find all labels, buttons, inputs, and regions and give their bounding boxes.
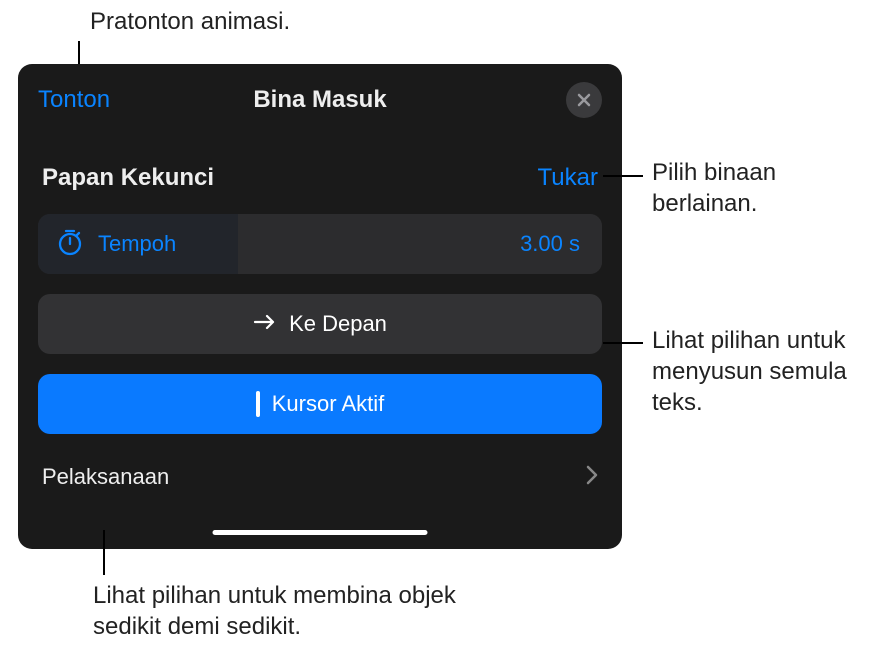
close-icon: [576, 92, 592, 108]
panel-header: Tonton Bina Masuk: [38, 82, 602, 118]
build-in-panel: Tonton Bina Masuk Papan Kekunci Tukar Te…: [18, 64, 622, 549]
callout-reorder: Lihat pilihan untuk menyusun semula teks…: [652, 325, 881, 419]
callout-line: [603, 342, 643, 344]
callout-choose-different: Pilih binaan berlainan.: [652, 157, 872, 219]
chevron-right-icon: [586, 465, 598, 490]
direction-button-label: Ke Depan: [289, 311, 387, 337]
cursor-button-label: Kursor Aktif: [272, 391, 384, 417]
delivery-label: Pelaksanaan: [42, 464, 169, 490]
change-link[interactable]: Tukar: [538, 164, 598, 192]
duration-row[interactable]: Tempoh 3.00 s: [38, 214, 602, 274]
watch-link[interactable]: Tonton: [38, 86, 110, 114]
cursor-button[interactable]: Kursor Aktif: [38, 374, 602, 434]
callout-line: [103, 530, 105, 575]
close-button[interactable]: [566, 82, 602, 118]
duration-left: Tempoh: [38, 214, 238, 274]
duration-value: 3.00 s: [520, 231, 580, 257]
callout-build-gradually: Lihat pilihan untuk membina objek sediki…: [93, 580, 513, 642]
cursor-icon: [256, 391, 260, 417]
home-indicator: [213, 530, 428, 535]
section-row: Papan Kekunci Tukar: [38, 164, 602, 192]
panel-title: Bina Masuk: [253, 86, 386, 114]
callout-line: [603, 175, 643, 177]
direction-button[interactable]: Ke Depan: [38, 294, 602, 354]
callout-preview: Pratonton animasi.: [90, 6, 290, 37]
arrow-right-icon: [253, 311, 277, 337]
callout-preview-text: Pratonton animasi.: [90, 8, 290, 35]
duration-right: 3.00 s: [238, 214, 602, 274]
callout-choose-different-text: Pilih binaan berlainan.: [652, 159, 776, 217]
section-label: Papan Kekunci: [42, 164, 214, 192]
callout-reorder-text: Lihat pilihan untuk menyusun semula teks…: [652, 327, 847, 416]
duration-label: Tempoh: [98, 231, 176, 257]
timer-icon: [56, 228, 84, 261]
delivery-row[interactable]: Pelaksanaan: [38, 464, 602, 490]
callout-build-gradually-text: Lihat pilihan untuk membina objek sediki…: [93, 582, 456, 640]
